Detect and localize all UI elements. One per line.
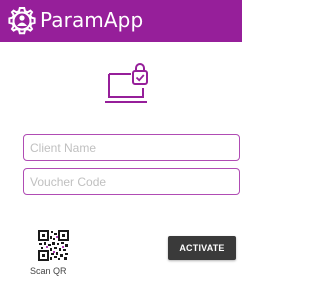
activate-button[interactable]: ACTIVATE (168, 236, 236, 260)
app-logo-icon (8, 7, 36, 35)
app-title: ParamApp (40, 8, 144, 32)
qr-code-icon (38, 230, 69, 261)
voucher-code-input[interactable] (23, 168, 240, 195)
client-name-input[interactable] (23, 134, 240, 161)
app-bar: ParamApp (0, 0, 242, 42)
laptop-lock-icon (105, 63, 148, 103)
scan-qr-label: Scan QR (30, 266, 67, 276)
scan-qr-button[interactable]: Scan QR (30, 230, 80, 278)
